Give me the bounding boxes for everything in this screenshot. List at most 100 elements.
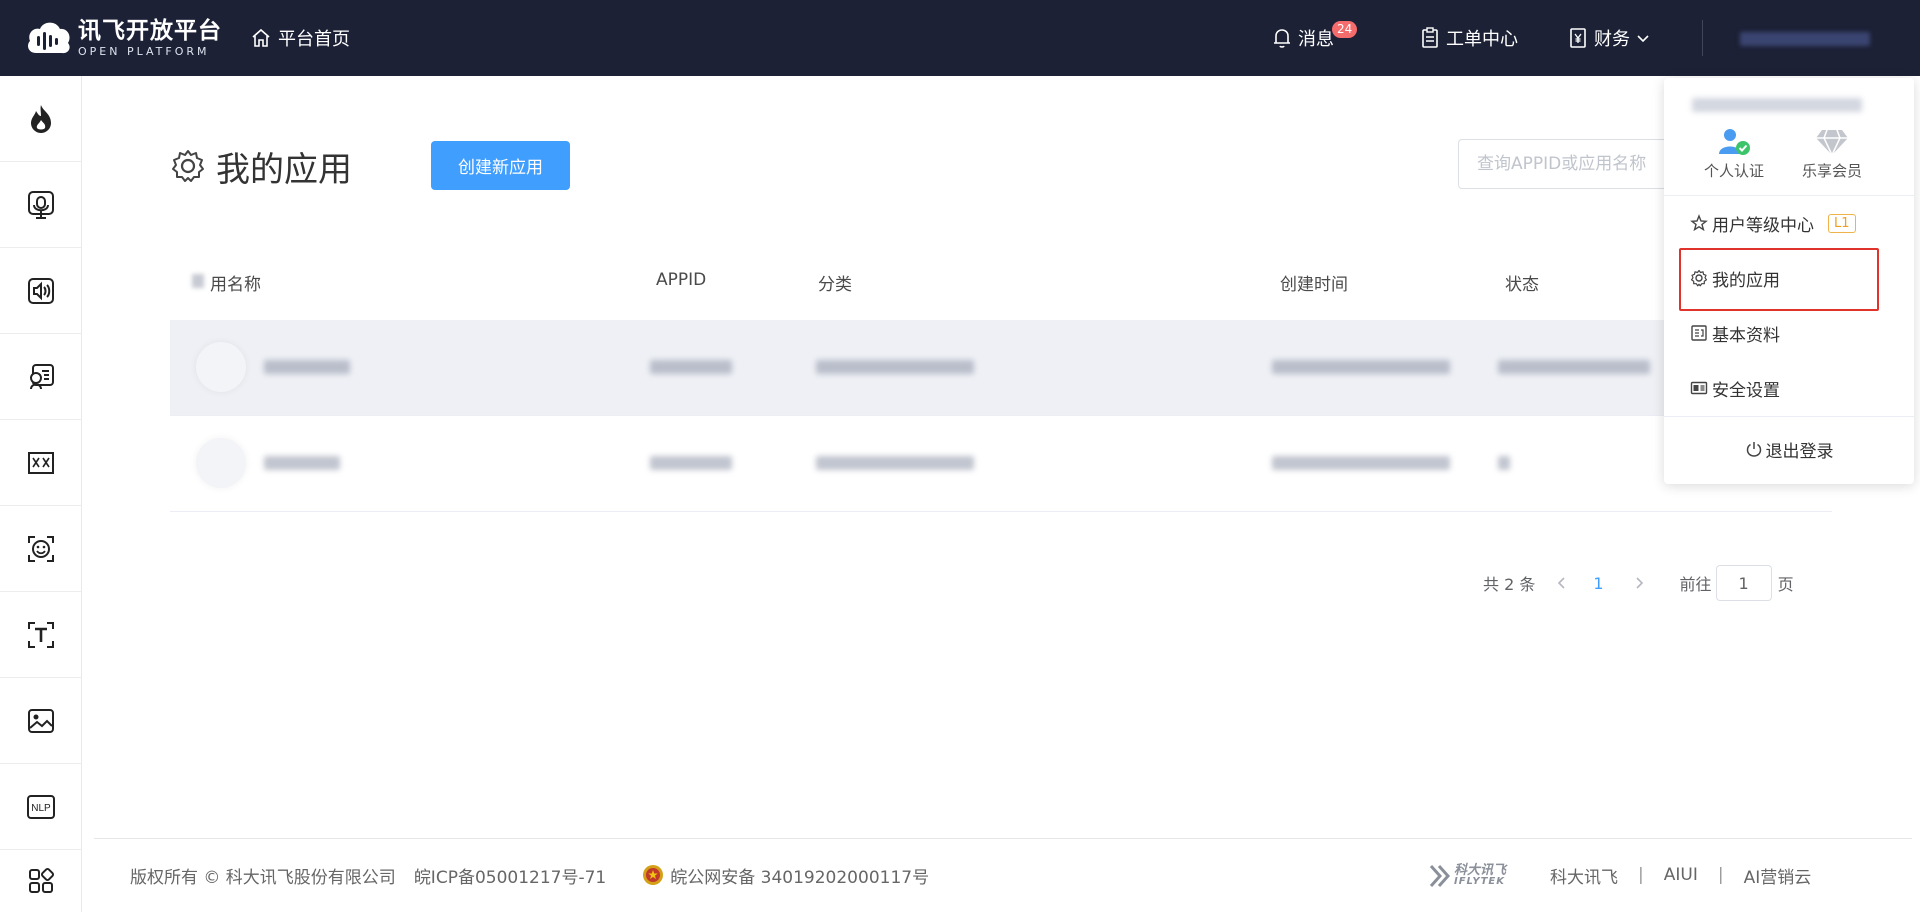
yen-doc-icon bbox=[1570, 28, 1586, 48]
level-center-label: 用户等级中心 bbox=[1712, 215, 1814, 236]
column-header-category: 分类 bbox=[818, 275, 852, 295]
id-card-icon bbox=[1690, 381, 1708, 395]
sidebar-item-more[interactable] bbox=[0, 850, 82, 912]
menu-item-security[interactable]: 安全设置 bbox=[1690, 374, 1780, 402]
pagination: 共 2 条 1 前往 页 bbox=[1483, 564, 1794, 602]
police-emblem-icon bbox=[643, 865, 664, 885]
face-recognition-icon bbox=[28, 535, 54, 562]
page-suffix: 页 bbox=[1777, 575, 1794, 594]
app-avatar bbox=[196, 342, 246, 392]
table-row[interactable] bbox=[170, 320, 1832, 416]
footer-brand: 科大讯飞 IFLYTEK bbox=[1454, 864, 1506, 887]
cloud-logo-icon bbox=[28, 22, 70, 54]
gear-icon bbox=[172, 150, 204, 182]
nlp-icon-label: NLP bbox=[31, 803, 51, 814]
icp-link[interactable]: 皖ICP备05001217号-71 bbox=[414, 863, 606, 888]
page-header: 我的应用 bbox=[170, 144, 352, 190]
footer-brand-cn: 科大讯飞 bbox=[1454, 862, 1507, 878]
home-link[interactable]: 平台首页 bbox=[250, 24, 350, 52]
chevron-down-icon bbox=[1637, 35, 1649, 43]
topbar-divider bbox=[1702, 20, 1703, 56]
sidebar-item-face-recognition[interactable] bbox=[0, 506, 82, 592]
header-clipped-char bbox=[192, 274, 204, 288]
status-redacted bbox=[1498, 456, 1510, 470]
voice-recognition-icon bbox=[28, 190, 54, 219]
sidebar-item-text-recognition[interactable] bbox=[0, 592, 82, 678]
app-name-redacted bbox=[264, 456, 340, 470]
iflytek-logo-icon bbox=[1429, 864, 1451, 888]
image-recognition-icon bbox=[28, 708, 54, 733]
basic-info-label: 基本资料 bbox=[1712, 325, 1780, 346]
app-avatar bbox=[196, 438, 246, 488]
logo-text-en: OPEN PLATFORM bbox=[78, 44, 210, 58]
search-input[interactable] bbox=[1458, 139, 1688, 189]
vip-label: 乐享会员 bbox=[1801, 162, 1862, 180]
page-title: 我的应用 bbox=[216, 149, 352, 190]
appid-redacted bbox=[650, 360, 732, 374]
menu-item-basic-info[interactable]: 基本资料 bbox=[1690, 319, 1780, 347]
highlight-annotation-box bbox=[1679, 248, 1879, 311]
category-redacted bbox=[816, 360, 974, 374]
created-time-redacted bbox=[1272, 456, 1450, 470]
diamond-icon bbox=[1816, 129, 1848, 157]
footer-link-iflytek[interactable]: 科大讯飞 bbox=[1550, 863, 1618, 888]
logo-text-cn: 讯飞开放平台 bbox=[78, 17, 222, 44]
footer-brand-en: IFLYTEK bbox=[1454, 875, 1506, 887]
copyright-text: 版权所有 © 科大讯飞股份有限公司 bbox=[130, 867, 396, 888]
column-header-status: 状态 bbox=[1505, 275, 1539, 295]
footer-legal: 版权所有 © 科大讯飞股份有限公司 皖ICP备05001217号-71 皖公网安… bbox=[130, 862, 929, 888]
sidebar-item-voice-recognition[interactable] bbox=[0, 162, 82, 248]
appid-redacted bbox=[650, 456, 732, 470]
sidebar-item-translation[interactable] bbox=[0, 420, 82, 506]
power-icon bbox=[1746, 442, 1761, 457]
star-icon bbox=[1690, 214, 1708, 232]
personal-cert-badge[interactable]: 个人认证 bbox=[1684, 126, 1784, 181]
platform-logo[interactable]: 讯飞开放平台 OPEN PLATFORM bbox=[24, 16, 222, 60]
top-navigation-bar: 讯飞开放平台 OPEN PLATFORM 平台首页 消息 24 工单中心 财务 bbox=[0, 0, 1920, 76]
goto-page-input[interactable] bbox=[1715, 565, 1772, 601]
dropdown-divider bbox=[1664, 416, 1914, 417]
tickets-label: 工单中心 bbox=[1446, 29, 1518, 50]
column-header-created: 创建时间 bbox=[1280, 275, 1348, 295]
clipboard-icon bbox=[1422, 27, 1438, 48]
menu-item-level-center[interactable]: 用户等级中心 L1 bbox=[1690, 209, 1856, 237]
table-row[interactable] bbox=[170, 416, 1832, 512]
column-header-name: 用名称 bbox=[210, 275, 261, 295]
prev-page-icon[interactable] bbox=[1555, 575, 1569, 591]
sidebar-item-nlp[interactable]: NLP bbox=[0, 764, 82, 850]
security-label: 安全设置 bbox=[1712, 380, 1780, 401]
status-redacted bbox=[1498, 360, 1650, 374]
messages-button[interactable]: 消息 24 bbox=[1272, 21, 1358, 52]
text-recognition-icon bbox=[28, 621, 54, 648]
finance-menu[interactable]: 财务 bbox=[1568, 24, 1650, 52]
column-header-appid: APPID bbox=[656, 270, 707, 290]
dropdown-divider bbox=[1664, 195, 1914, 196]
sidebar-item-speech-synthesis[interactable] bbox=[0, 248, 82, 334]
logout-button[interactable]: 退出登录 bbox=[1664, 434, 1914, 464]
total-count: 共 2 条 bbox=[1483, 575, 1536, 594]
police-record-link[interactable]: 皖公网安备 34019202000117号 bbox=[670, 863, 929, 888]
sidebar: NLP bbox=[0, 76, 82, 912]
personal-cert-label: 个人认证 bbox=[1703, 162, 1764, 180]
next-page-icon[interactable] bbox=[1632, 575, 1646, 591]
sidebar-item-voice-evaluation[interactable] bbox=[0, 334, 82, 420]
translation-icon bbox=[28, 451, 54, 474]
footer-link-ai-marketing[interactable]: AI营销云 bbox=[1744, 863, 1812, 888]
user-account-menu[interactable] bbox=[1740, 32, 1870, 46]
sidebar-item-image-recognition[interactable] bbox=[0, 678, 82, 764]
footer-separator: | bbox=[1638, 865, 1644, 885]
footer-divider bbox=[94, 838, 1912, 839]
nlp-icon: NLP bbox=[27, 794, 55, 819]
more-apps-icon bbox=[29, 867, 55, 893]
footer-links: 科大讯飞 IFLYTEK 科大讯飞 | AIUI | AI营销云 bbox=[1428, 862, 1811, 888]
home-icon bbox=[252, 28, 270, 47]
username-redacted bbox=[1692, 98, 1862, 112]
sidebar-item-hot[interactable] bbox=[0, 76, 82, 162]
vip-badge[interactable]: 乐享会员 bbox=[1782, 126, 1882, 181]
profile-card-icon bbox=[1691, 325, 1707, 341]
category-redacted bbox=[816, 456, 974, 470]
page-number-current[interactable]: 1 bbox=[1593, 574, 1603, 593]
tickets-button[interactable]: 工单中心 bbox=[1420, 24, 1518, 52]
create-app-button[interactable]: 创建新应用 bbox=[431, 141, 570, 190]
footer-link-aiui[interactable]: AIUI bbox=[1664, 865, 1698, 885]
